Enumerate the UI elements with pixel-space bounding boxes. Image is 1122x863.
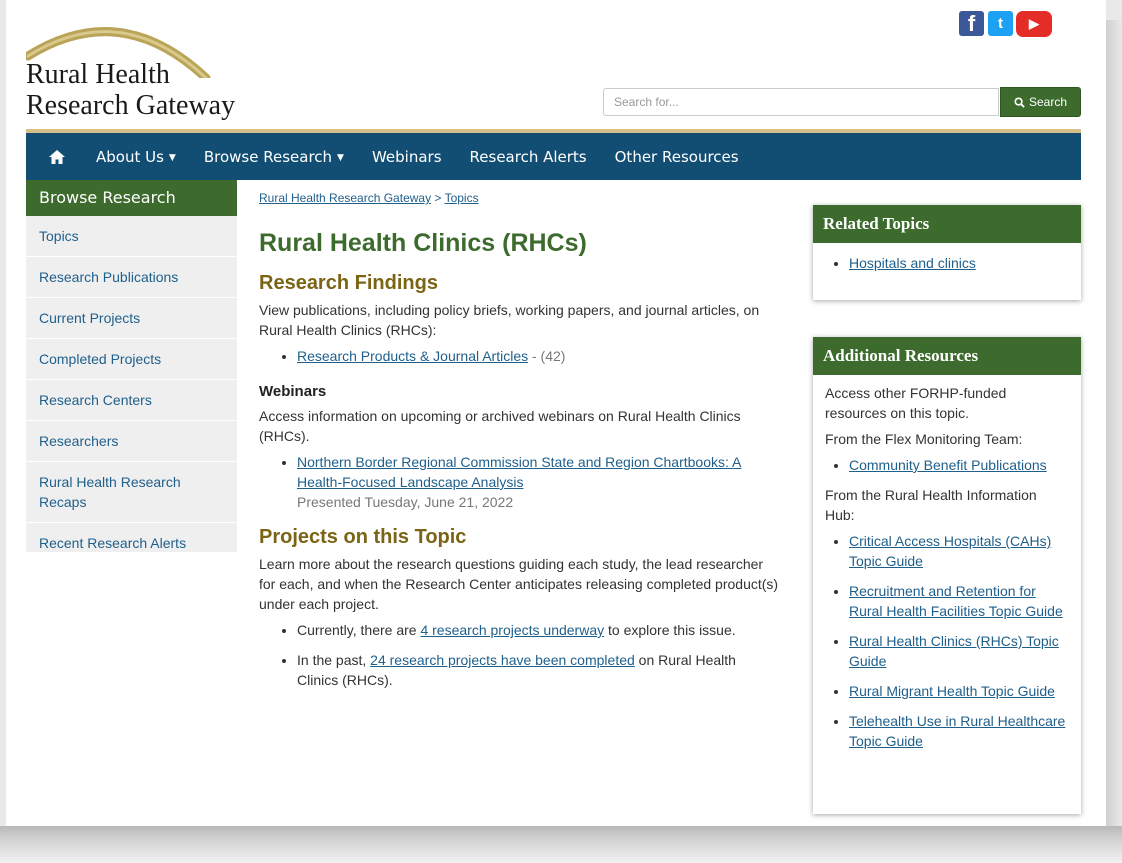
nav-about-us-label: About Us [96, 147, 164, 166]
page-shadow-bottom [0, 826, 1122, 863]
sidebar-item-research-recaps[interactable]: Rural Health Research Recaps [26, 462, 237, 523]
nav-webinars[interactable]: Webinars [358, 148, 456, 166]
page-title: Rural Health Clinics (RHCs) [259, 229, 587, 257]
projects-heading: Projects on this Topic [259, 526, 467, 548]
flex-list: Community Benefit Publications [825, 455, 1069, 475]
breadcrumb-home-link[interactable]: Rural Health Research Gateway [259, 191, 431, 205]
breadcrumb-separator: > [434, 191, 442, 205]
breadcrumb-topics-link[interactable]: Topics [445, 191, 479, 205]
list-item: In the past, 24 research projects have b… [297, 650, 779, 690]
additional-resources-body: Access other FORHP-funded resources on t… [813, 375, 1081, 773]
nav-research-alerts[interactable]: Research Alerts [456, 148, 601, 166]
additional-resources-title: Additional Resources [813, 337, 1081, 375]
page: Rural Health Research Gateway f t ▶ Sear… [6, 0, 1106, 826]
breadcrumb: Rural Health Research Gateway > Topics [259, 191, 479, 205]
hub-resource-link[interactable]: Rural Health Clinics (RHCs) Topic Guide [849, 633, 1059, 669]
findings-heading: Research Findings [259, 272, 438, 294]
list-item: Research Products & Journal Articles - (… [297, 346, 779, 366]
caret-down-icon: ▼ [337, 152, 344, 163]
youtube-icon[interactable]: ▶ [1016, 11, 1052, 37]
list-item: Northern Border Regional Commission Stat… [297, 452, 779, 512]
research-products-count: - (42) [528, 348, 566, 364]
hub-resource-link[interactable]: Recruitment and Retention for Rural Heal… [849, 583, 1063, 619]
webinars-intro: Access information on upcoming or archiv… [259, 408, 741, 444]
sidebar-item-current-projects[interactable]: Current Projects [26, 298, 237, 339]
caret-down-icon: ▼ [168, 152, 176, 163]
logo-text-line2: Research Gateway [26, 90, 236, 121]
hub-resource-link[interactable]: Rural Migrant Health Topic Guide [849, 683, 1055, 699]
list-item: Hospitals and clinics [849, 253, 1069, 273]
completed-projects-link[interactable]: 24 research projects have been completed [370, 652, 635, 668]
nav-other-resources[interactable]: Other Resources [601, 148, 753, 166]
webinars-list: Northern Border Regional Commission Stat… [259, 452, 779, 512]
sidebar: Browse Research Topics Research Publicat… [26, 180, 237, 564]
related-topics-title: Related Topics [813, 205, 1081, 243]
webinars-heading: Webinars [259, 383, 327, 400]
page-shadow-right [1106, 20, 1122, 830]
list-item: Recruitment and Retention for Rural Heal… [849, 581, 1069, 621]
search-input[interactable] [603, 88, 999, 116]
projects-intro: Learn more about the research questions … [259, 556, 779, 612]
list-item: Community Benefit Publications [849, 455, 1069, 475]
current-projects-link[interactable]: 4 research projects underway [420, 622, 604, 638]
additional-intro: Access other FORHP-funded resources on t… [825, 385, 1007, 421]
nav-browse-research-label: Browse Research [203, 147, 333, 166]
nav-about-us[interactable]: About Us ▼ [88, 148, 190, 166]
main-nav: About Us ▼ Browse Research ▼ Webinars Rese… [26, 133, 1081, 180]
list-item: Currently, there are 4 research projects… [297, 620, 779, 640]
home-icon [49, 149, 65, 164]
list-item: Rural Health Clinics (RHCs) Topic Guide [849, 631, 1069, 671]
list-item: Telehealth Use in Rural Healthcare Topic… [849, 711, 1069, 751]
related-topics-box: Related Topics Hospitals and clinics [813, 205, 1081, 300]
home-link[interactable] [26, 149, 88, 165]
findings-intro: View publications, including policy brie… [259, 302, 760, 338]
nav-browse-research[interactable]: Browse Research ▼ [190, 148, 358, 166]
search-button-label: Search [1028, 95, 1068, 109]
related-topic-link[interactable]: Hospitals and clinics [849, 255, 976, 271]
additional-resources-box: Additional Resources Access other FORHP-… [813, 337, 1081, 814]
webinar-link[interactable]: Northern Border Regional Commission Stat… [297, 454, 741, 490]
research-products-link[interactable]: Research Products & Journal Articles [297, 348, 528, 364]
projects-list: Currently, there are 4 research projects… [259, 620, 779, 690]
projects-current-text-end: to explore this issue. [604, 622, 736, 638]
sidebar-item-research-publications[interactable]: Research Publications [26, 257, 237, 298]
facebook-icon[interactable]: f [959, 11, 984, 36]
search-icon [1014, 96, 1025, 108]
hub-list: Critical Access Hospitals (CAHs) Topic G… [825, 531, 1069, 751]
projects-past-text: In the past, [297, 652, 371, 668]
hub-resource-link[interactable]: Telehealth Use in Rural Healthcare Topic… [849, 713, 1065, 749]
logo-text-line1: Rural Health [26, 59, 170, 90]
related-topics-body: Hospitals and clinics [813, 243, 1081, 295]
sidebar-item-research-centers[interactable]: Research Centers [26, 380, 237, 421]
site-logo[interactable]: Rural Health Research Gateway [26, 8, 266, 128]
findings-list: Research Products & Journal Articles - (… [259, 346, 779, 366]
flex-label: From the Flex Monitoring Team: [825, 431, 1023, 447]
main-content: Rural Health Clinics (RHCs) Research Fin… [259, 224, 779, 700]
hub-resource-link[interactable]: Critical Access Hospitals (CAHs) Topic G… [849, 533, 1051, 569]
list-item: Critical Access Hospitals (CAHs) Topic G… [849, 531, 1069, 571]
webinar-date: Presented Tuesday, June 21, 2022 [297, 494, 514, 510]
sidebar-item-completed-projects[interactable]: Completed Projects [26, 339, 237, 380]
sidebar-item-topics[interactable]: Topics [26, 216, 237, 257]
list-item: Rural Migrant Health Topic Guide [849, 681, 1069, 701]
sidebar-item-researchers[interactable]: Researchers [26, 421, 237, 462]
search-button[interactable]: Search [1000, 87, 1081, 117]
flex-resource-link[interactable]: Community Benefit Publications [849, 457, 1047, 473]
sidebar-title: Browse Research [26, 180, 237, 216]
hub-label: From the Rural Health Information Hub: [825, 487, 1037, 523]
sidebar-item-recent-alerts[interactable]: Recent Research Alerts [26, 523, 237, 564]
related-topics-list: Hospitals and clinics [825, 253, 1069, 273]
projects-current-text: Currently, there are [297, 622, 421, 638]
twitter-icon[interactable]: t [988, 11, 1013, 36]
